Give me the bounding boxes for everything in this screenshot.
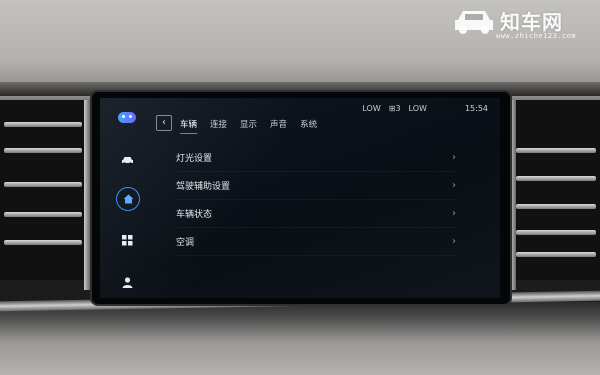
right-vent-frame: [510, 100, 516, 290]
chevron-right-icon: ›: [452, 236, 456, 247]
clock: 15:54: [464, 104, 488, 113]
back-button[interactable]: ‹: [156, 115, 172, 131]
tab-vehicle[interactable]: 车辆: [180, 118, 198, 134]
vehicle-settings-menu: 灯光设置 › 驾驶辅助设置 › 车辆状态 › 空调 ›: [176, 144, 456, 256]
menu-item-climate[interactable]: 空调 ›: [176, 228, 456, 256]
dashboard-lower-trim: [0, 302, 600, 375]
home-icon[interactable]: [116, 187, 140, 211]
tab-sound[interactable]: 声音: [270, 118, 287, 134]
menu-item-vehicle-status[interactable]: 车辆状态 ›: [176, 200, 456, 228]
menu-item-label: 车辆状态: [176, 210, 213, 220]
menu-item-driver-assist[interactable]: 驾驶辅助设置 ›: [176, 172, 456, 200]
profile-icon[interactable]: [116, 271, 138, 293]
status-indicator: ⊞3: [388, 104, 401, 113]
watermark-url: www.zhiche123.com: [496, 32, 577, 40]
menu-item-lighting[interactable]: 灯光设置 ›: [176, 144, 456, 172]
assistant-icon[interactable]: [118, 112, 136, 123]
chevron-right-icon: ›: [452, 208, 456, 219]
menu-item-label: 空调: [176, 238, 195, 248]
car-icon[interactable]: [116, 149, 138, 171]
tab-connection[interactable]: 连接: [210, 118, 227, 134]
status-bar: LOW ⊞3 LOW 15:54: [362, 104, 488, 113]
signal-status-left: LOW: [362, 104, 381, 113]
watermark-brand: 知车网: [500, 10, 563, 34]
menu-item-label: 驾驶辅助设置: [176, 182, 231, 192]
tab-display[interactable]: 显示: [240, 118, 257, 134]
signal-status-right: LOW: [408, 104, 427, 113]
tab-system[interactable]: 系统: [300, 118, 317, 134]
sidebar: [100, 98, 158, 298]
infotainment-screen: ‹ 车辆 连接 显示 声音 系统 LOW ⊞3 LOW 15:54 灯光设置 ›…: [100, 98, 500, 298]
menu-item-label: 灯光设置: [176, 154, 213, 164]
apps-grid-icon[interactable]: [116, 229, 138, 251]
chevron-right-icon: ›: [452, 180, 456, 191]
watermark-logo: 知车网 www.zhiche123.com: [452, 4, 594, 44]
watermark-car-icon: [455, 11, 493, 34]
right-air-vent: [512, 100, 600, 280]
left-air-vent: [0, 100, 86, 280]
left-vent-frame: [84, 100, 90, 290]
chevron-right-icon: ›: [452, 152, 456, 163]
settings-tabs: 车辆 连接 显示 声音 系统: [180, 118, 317, 134]
